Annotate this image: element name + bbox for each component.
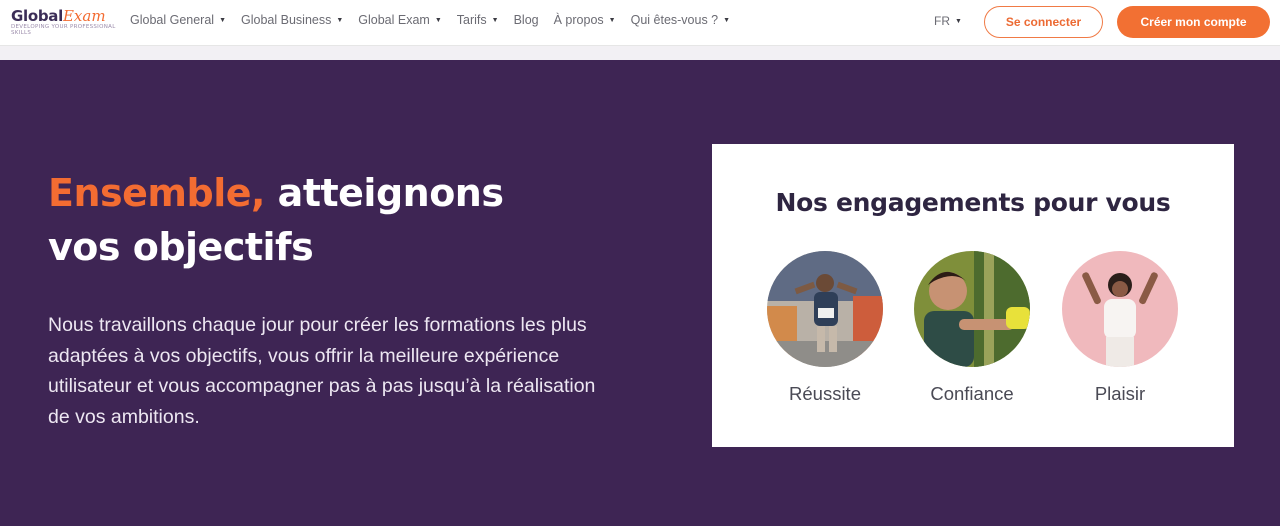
nav-label: À propos	[553, 13, 604, 27]
caret-down-icon: ▼	[723, 16, 731, 24]
logo-brand: Global	[11, 7, 63, 25]
hero-title: Ensemble, atteignons vos objectifs	[48, 166, 608, 274]
signup-button[interactable]: Créer mon compte	[1117, 6, 1270, 38]
trust-image	[914, 251, 1030, 367]
nav-item-global-business[interactable]: Global Business ▼	[241, 13, 343, 27]
globalexam-logo[interactable]: GlobalExam DEVELOPING YOUR PROFESSIONAL …	[11, 6, 119, 40]
engagement-label-confiance: Confiance	[930, 383, 1014, 404]
nav-item-blog[interactable]: Blog	[514, 13, 539, 27]
engagement-label-reussite: Réussite	[789, 383, 861, 404]
engagements-title: Nos engagements pour vous	[775, 188, 1171, 217]
nav-label: Blog	[513, 13, 539, 27]
nav-item-qui-etes-vous[interactable]: Qui êtes-vous ? ▼	[631, 13, 730, 27]
hero-title-part: atteignons	[277, 171, 504, 215]
header-divider	[0, 46, 1280, 60]
runner-illustration	[767, 251, 883, 367]
pleasure-image	[1062, 251, 1178, 367]
nav-label: Tarifs	[456, 13, 487, 27]
nav-item-global-exam[interactable]: Global Exam ▼	[358, 13, 442, 27]
site-header: GlobalExam DEVELOPING YOUR PROFESSIONAL …	[0, 0, 1280, 46]
caret-down-icon: ▼	[491, 16, 499, 24]
language-selector[interactable]: FR ▼	[934, 14, 962, 28]
engagement-label-plaisir: Plaisir	[1094, 383, 1146, 404]
nav-item-tarifs[interactable]: Tarifs ▼	[457, 13, 499, 27]
hero-description: Nous travaillons chaque jour pour créer …	[48, 314, 596, 428]
hero-title-part: vos objectifs	[48, 225, 314, 269]
hero-title-accent: Ensemble,	[48, 171, 265, 215]
logo-tagline: DEVELOPING YOUR PROFESSIONAL SKILLS	[11, 24, 116, 36]
caret-down-icon: ▼	[955, 17, 962, 25]
caret-down-icon: ▼	[219, 16, 227, 24]
login-button[interactable]: Se connecter	[984, 6, 1103, 38]
caret-down-icon: ▼	[608, 16, 616, 24]
language-label: FR	[934, 14, 950, 28]
smiling-boy-illustration	[914, 251, 1030, 367]
success-image	[767, 251, 883, 367]
nav-label: Global Exam	[358, 13, 430, 27]
caret-down-icon: ▼	[434, 16, 442, 24]
nav-label: Qui êtes-vous ?	[630, 13, 719, 27]
caret-down-icon: ▼	[336, 16, 344, 24]
nav-item-a-propos[interactable]: À propos ▼	[554, 13, 616, 27]
logo-script: Exam	[62, 7, 106, 25]
nav-label: Global Business	[241, 13, 332, 27]
nav-label: Global General	[130, 13, 215, 27]
main-nav: Global General ▼ Global Business ▼ Globa…	[130, 13, 745, 27]
nav-item-global-general[interactable]: Global General ▼	[130, 13, 226, 27]
dancing-woman-illustration	[1062, 251, 1178, 367]
